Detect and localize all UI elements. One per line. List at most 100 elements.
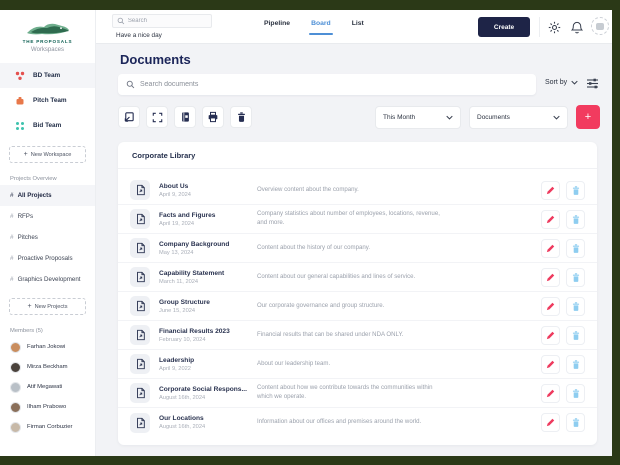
tab-pipeline[interactable]: Pipeline: [264, 20, 290, 35]
document-description: Our corporate governance and group struc…: [257, 301, 385, 309]
settings-button[interactable]: [547, 20, 561, 34]
table-row[interactable]: Our Locations August 16th, 2024 Informat…: [118, 408, 597, 437]
document-date: June 15, 2024: [159, 307, 196, 314]
list-item-member[interactable]: Farhan Jokowi: [0, 337, 95, 357]
delete-button[interactable]: [230, 106, 252, 128]
chevron-down-icon: [446, 115, 453, 120]
tab-list[interactable]: List: [352, 20, 364, 35]
document-icon: [130, 209, 150, 229]
table-row[interactable]: Financial Results 2023 February 10, 2024…: [118, 321, 597, 350]
delete-document-button[interactable]: [566, 238, 585, 258]
document-description: Content about how we contribute towards …: [257, 384, 433, 400]
pencil-icon: [546, 273, 555, 281]
edit-document-button[interactable]: [541, 180, 560, 200]
edit-document-button[interactable]: [541, 267, 560, 287]
table-row[interactable]: Facts and Figures April 19, 2024 Company…: [118, 205, 597, 234]
documents-search-input[interactable]: [140, 81, 510, 88]
user-avatar[interactable]: [591, 17, 609, 35]
table-row[interactable]: Capability Statement March 11, 2024 Cont…: [118, 263, 597, 292]
edit-document-button[interactable]: [541, 354, 560, 374]
delete-document-button[interactable]: [566, 209, 585, 229]
library-button[interactable]: [174, 106, 196, 128]
new-projects-button[interactable]: + New Projects: [9, 298, 86, 315]
table-row[interactable]: Company Background May 13, 2024 Content …: [118, 234, 597, 263]
period-filter-dropdown[interactable]: This Month: [375, 106, 461, 129]
delete-document-button[interactable]: [566, 267, 585, 287]
document-icon: [130, 325, 150, 345]
delete-document-button[interactable]: [566, 325, 585, 345]
edit-document-button[interactable]: [541, 413, 560, 432]
list-item-member[interactable]: Mirza Beckham: [0, 357, 95, 377]
global-search[interactable]: [112, 14, 212, 28]
type-filter-dropdown[interactable]: Documents: [469, 106, 568, 129]
sidebar-item-all-projects[interactable]: # All Projects: [0, 185, 95, 206]
table-row[interactable]: Corporate Social Respons... August 16th,…: [118, 379, 597, 408]
new-workspace-button[interactable]: + New Workspace: [9, 146, 86, 163]
edit-document-button[interactable]: [541, 325, 560, 345]
delete-document-button[interactable]: [566, 383, 585, 403]
document-text: Company Background May 13, 2024: [159, 241, 251, 256]
sidebar-item-rfps[interactable]: # RFPs: [0, 206, 95, 227]
avatar: [10, 341, 21, 353]
list-item-member[interactable]: Firman Corbuzier: [0, 417, 95, 437]
list-item-member[interactable]: Ilham Prabowo: [0, 397, 95, 417]
edit-document-button[interactable]: [541, 383, 560, 403]
documents-search[interactable]: [118, 74, 536, 95]
delete-document-button[interactable]: [566, 180, 585, 200]
documents-card: Corporate Library About Us April 9, 2024…: [118, 142, 597, 445]
sidebar-item-bid-team[interactable]: Bid Team: [0, 113, 95, 138]
delete-document-button[interactable]: [566, 413, 585, 432]
document-description: Content about the history of our company…: [257, 243, 371, 251]
member-name: Atif Megawati: [27, 384, 63, 390]
expand-button[interactable]: [146, 106, 168, 128]
trash-icon: [572, 301, 579, 311]
delete-document-button[interactable]: [566, 354, 585, 374]
list-item-member[interactable]: Atif Megawati: [0, 377, 95, 397]
create-button[interactable]: Create: [478, 17, 530, 37]
sidebar-item-proactive-proposals[interactable]: # Proactive Proposals: [0, 248, 95, 269]
sidebar-item-pitches[interactable]: # Pitches: [0, 227, 95, 248]
document-title: About Us: [159, 182, 189, 190]
export-button[interactable]: [118, 106, 140, 128]
sidebar-item-graphics-development[interactable]: # Graphics Development: [0, 269, 95, 290]
pencil-icon: [546, 215, 555, 223]
edit-document-button[interactable]: [541, 209, 560, 229]
edit-document-button[interactable]: [541, 296, 560, 316]
avatar: [10, 401, 21, 413]
global-search-input[interactable]: [127, 18, 207, 24]
table-row[interactable]: Leadership April 9, 2022 About our leade…: [118, 350, 597, 379]
sidebar-item-pitch-team[interactable]: Pitch Team: [0, 88, 95, 113]
add-document-button[interactable]: +: [576, 105, 600, 129]
sort-by-control[interactable]: Sort by: [545, 79, 578, 86]
document-title: Financial Results 2023: [159, 327, 230, 335]
document-icon: [130, 383, 150, 403]
notifications-button[interactable]: [570, 20, 584, 34]
member-name: Mirza Beckham: [27, 364, 68, 370]
tab-board[interactable]: Board: [309, 20, 333, 35]
delete-document-button[interactable]: [566, 296, 585, 316]
members-header: Members (5): [10, 328, 43, 334]
view-tabs: Pipeline Board List: [264, 20, 364, 35]
avatar: [10, 381, 21, 393]
document-date: February 10, 2024: [159, 336, 206, 343]
edit-document-button[interactable]: [541, 238, 560, 258]
project-list: # All Projects # RFPs # Pitches # Proact…: [0, 185, 95, 290]
gear-icon: [548, 21, 560, 33]
document-text: Capability Statement March 11, 2024: [159, 270, 251, 285]
period-filter-value: This Month: [383, 114, 416, 121]
print-button[interactable]: [202, 106, 224, 128]
document-title: Capability Statement: [159, 269, 225, 277]
document-date: April 9, 2024: [159, 191, 191, 198]
sort-by-label: Sort by: [545, 79, 568, 86]
table-row[interactable]: Group Structure June 15, 2024 Our corpor…: [118, 292, 597, 321]
team-label: Bid Team: [33, 122, 62, 129]
avatar: [10, 361, 21, 373]
member-name: Farhan Jokowi: [27, 344, 66, 350]
table-row[interactable]: About Us April 9, 2024 Overview content …: [118, 176, 597, 205]
team-label: BD Team: [33, 72, 61, 79]
pencil-icon: [546, 360, 555, 368]
filter-settings-button[interactable]: [586, 77, 600, 91]
type-filter-value: Documents: [477, 114, 510, 121]
sidebar-item-bd-team[interactable]: BD Team: [0, 63, 95, 88]
document-description: Content about our general capabilities a…: [257, 272, 416, 280]
